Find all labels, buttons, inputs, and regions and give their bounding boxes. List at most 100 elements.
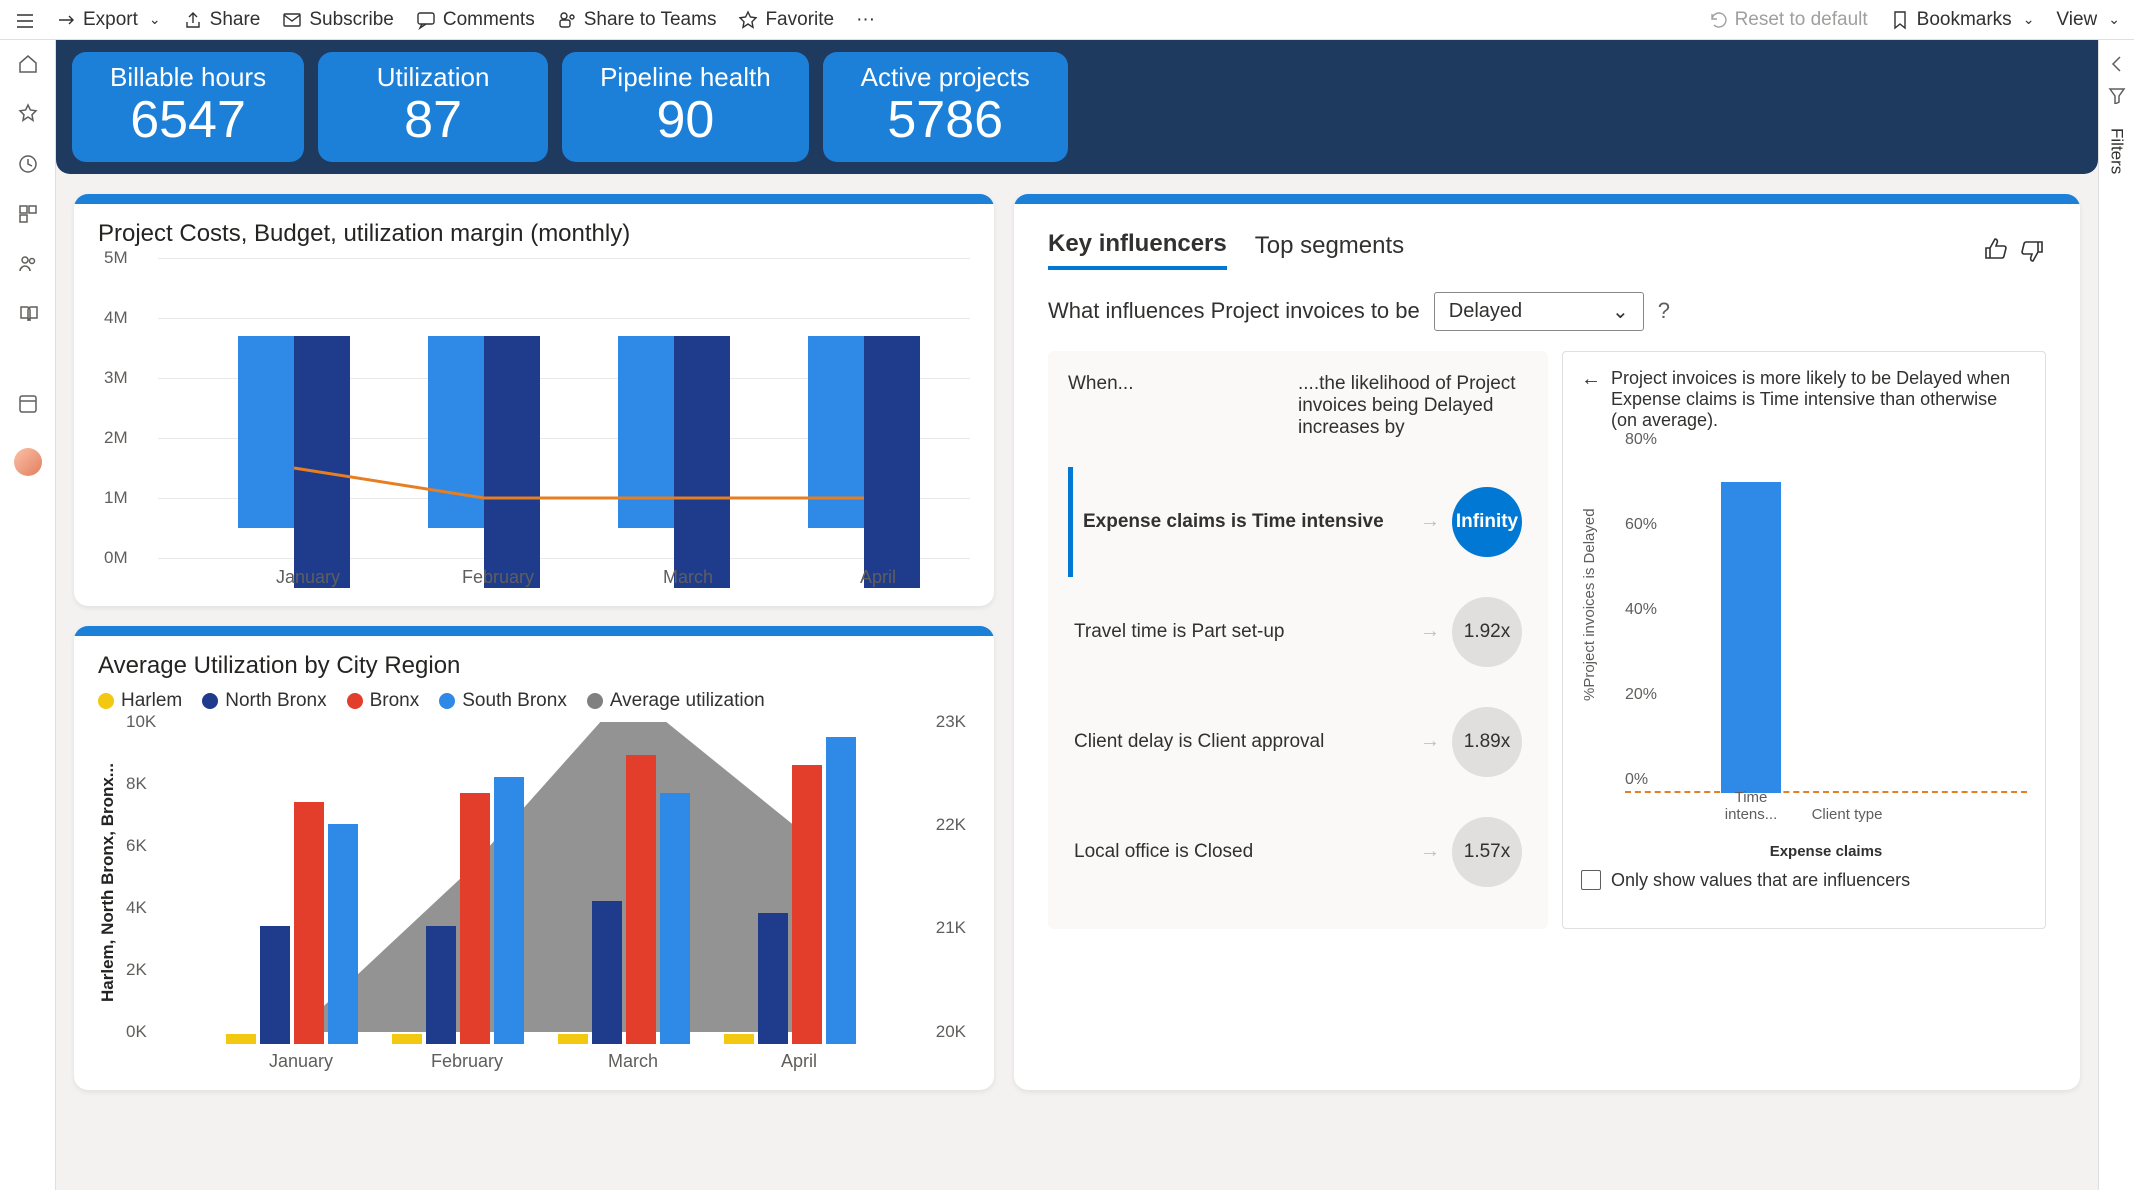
outcome-dropdown[interactable]: Delayed ⌄ xyxy=(1434,292,1644,331)
arrow-icon: → xyxy=(1420,840,1440,863)
y-tick: 2M xyxy=(104,428,128,448)
kpi-card-utilization[interactable]: Utilization 87 xyxy=(318,52,548,162)
export-button[interactable]: Export⌄ xyxy=(56,9,161,31)
nav-shared[interactable] xyxy=(16,252,40,276)
export-label: Export xyxy=(83,9,138,31)
influencer-row[interactable]: Client delay is Client approval→1.89x xyxy=(1068,687,1528,797)
nav-learn[interactable] xyxy=(16,302,40,326)
x-tick: March xyxy=(628,567,748,588)
influencer-bubble: Infinity xyxy=(1452,487,1522,557)
y-tick-right: 22K xyxy=(936,815,966,835)
share-label: Share xyxy=(210,9,261,31)
x-tick: Time intens... xyxy=(1715,789,1787,823)
legend-item[interactable]: North Bronx xyxy=(202,690,326,712)
nav-workspaces[interactable] xyxy=(16,392,40,416)
influencer-row[interactable]: Local office is Closed→1.57x xyxy=(1068,797,1528,907)
y-tick: 1M xyxy=(104,488,128,508)
chevron-down-icon: ⌄ xyxy=(2023,11,2035,28)
legend-item[interactable]: Average utilization xyxy=(587,690,765,712)
filters-label: Filters xyxy=(2107,128,2127,174)
bar xyxy=(294,802,324,1044)
tab-top-segments[interactable]: Top segments xyxy=(1255,232,1404,268)
influencer-name: Expense claims is Time intensive xyxy=(1083,511,1408,533)
chart-card-project-costs[interactable]: Project Costs, Budget, utilization margi… xyxy=(74,194,994,606)
share-teams-button[interactable]: Share to Teams xyxy=(557,9,717,31)
view-label: View xyxy=(2056,9,2097,31)
x-tick: April xyxy=(744,1051,854,1072)
subscribe-label: Subscribe xyxy=(309,9,394,31)
share-icon xyxy=(183,10,203,30)
bar xyxy=(328,824,358,1044)
legend-item[interactable]: Bronx xyxy=(347,690,420,712)
y-tick: 60% xyxy=(1625,516,1657,534)
view-button[interactable]: View⌄ xyxy=(2056,9,2120,31)
nav-recent[interactable] xyxy=(16,152,40,176)
tab-key-influencers[interactable]: Key influencers xyxy=(1048,230,1227,270)
reset-button[interactable]: Reset to default xyxy=(1708,9,1868,31)
detail-text: Project invoices is more likely to be De… xyxy=(1611,368,2027,431)
y-tick: 4K xyxy=(126,898,147,918)
chart2-ylabel: Harlem, North Bronx, Bronx... xyxy=(98,763,118,1002)
subscribe-button[interactable]: Subscribe xyxy=(282,9,394,31)
more-button[interactable]: ··· xyxy=(856,9,875,31)
legend-item[interactable]: South Bronx xyxy=(439,690,567,712)
thumbs-down-icon[interactable] xyxy=(2018,236,2046,264)
share-button[interactable]: Share xyxy=(183,9,261,31)
teams-icon xyxy=(557,10,577,30)
influencer-bubble: 1.57x xyxy=(1452,817,1522,887)
kpi-band: Billable hours 6547 Utilization 87 Pipel… xyxy=(56,40,2098,174)
chevron-down-icon: ⌄ xyxy=(1612,299,1629,324)
report-canvas: Billable hours 6547 Utilization 87 Pipel… xyxy=(56,40,2098,1190)
mail-icon xyxy=(282,10,302,30)
y-tick: 20% xyxy=(1625,686,1657,704)
nav-home[interactable] xyxy=(16,52,40,76)
kpi-value: 90 xyxy=(600,93,771,148)
legend-item[interactable]: Harlem xyxy=(98,690,182,712)
influencer-bubble: 1.89x xyxy=(1452,707,1522,777)
favorite-button[interactable]: Favorite xyxy=(738,9,834,31)
influencer-row[interactable]: Expense claims is Time intensive→Infinit… xyxy=(1068,467,1528,577)
mini-chart: %Project invoices is Delayed 80%60%40%20… xyxy=(1625,441,2027,841)
influencer-list-pane: When... ....the likelihood of Project in… xyxy=(1048,351,1548,929)
arrow-icon: → xyxy=(1420,620,1440,643)
influencer-name: Client delay is Client approval xyxy=(1074,731,1408,753)
x-tick: February xyxy=(412,1051,522,1072)
menu-button[interactable] xyxy=(14,10,34,30)
checkbox-icon xyxy=(1581,870,1601,890)
kpi-label: Active projects xyxy=(861,62,1030,93)
bar xyxy=(626,755,656,1043)
influencer-row[interactable]: Travel time is Part set-up→1.92x xyxy=(1068,577,1528,687)
dropdown-value: Delayed xyxy=(1449,300,1522,323)
x-tick: January xyxy=(246,1051,356,1072)
key-influencers-card[interactable]: Key influencers Top segments What influe… xyxy=(1014,194,2080,1090)
user-avatar[interactable] xyxy=(14,448,42,476)
kpi-label: Utilization xyxy=(356,62,510,93)
filters-pane-collapsed[interactable]: Filters xyxy=(2098,40,2134,1190)
kpi-card-billable-hours[interactable]: Billable hours 6547 xyxy=(72,52,304,162)
back-arrow-icon[interactable]: ← xyxy=(1581,368,1601,431)
kpi-card-active-projects[interactable]: Active projects 5786 xyxy=(823,52,1068,162)
help-icon[interactable]: ? xyxy=(1658,298,1670,324)
thumbs-up-icon[interactable] xyxy=(1982,236,2010,264)
nav-apps[interactable] xyxy=(16,202,40,226)
bar xyxy=(674,336,730,588)
x-tick: February xyxy=(438,567,558,588)
x-tick: Client type xyxy=(1811,806,1883,823)
y-tick: 5M xyxy=(104,248,128,268)
comments-button[interactable]: Comments xyxy=(416,9,535,31)
reset-label: Reset to default xyxy=(1735,9,1868,31)
y-tick: 0K xyxy=(126,1022,147,1042)
y-tick: 0M xyxy=(104,548,128,568)
bar xyxy=(428,336,484,528)
only-show-influencers-toggle[interactable]: Only show values that are influencers xyxy=(1581,870,2027,891)
chart-card-avg-utilization[interactable]: Average Utilization by City Region Harle… xyxy=(74,626,994,1090)
bar xyxy=(294,336,350,588)
kpi-card-pipeline-health[interactable]: Pipeline health 90 xyxy=(562,52,809,162)
kpi-label: Pipeline health xyxy=(600,62,771,93)
top-toolbar: Export⌄ Share Subscribe Comments Share t… xyxy=(0,0,2134,40)
nav-favorites[interactable] xyxy=(16,102,40,126)
chart2-plot: Harlem, North Bronx, Bronx... 0K2K4K6K8K… xyxy=(176,722,910,1072)
bar xyxy=(660,793,690,1044)
y-tick: 0% xyxy=(1625,771,1648,789)
bookmarks-button[interactable]: Bookmarks⌄ xyxy=(1890,9,2035,31)
